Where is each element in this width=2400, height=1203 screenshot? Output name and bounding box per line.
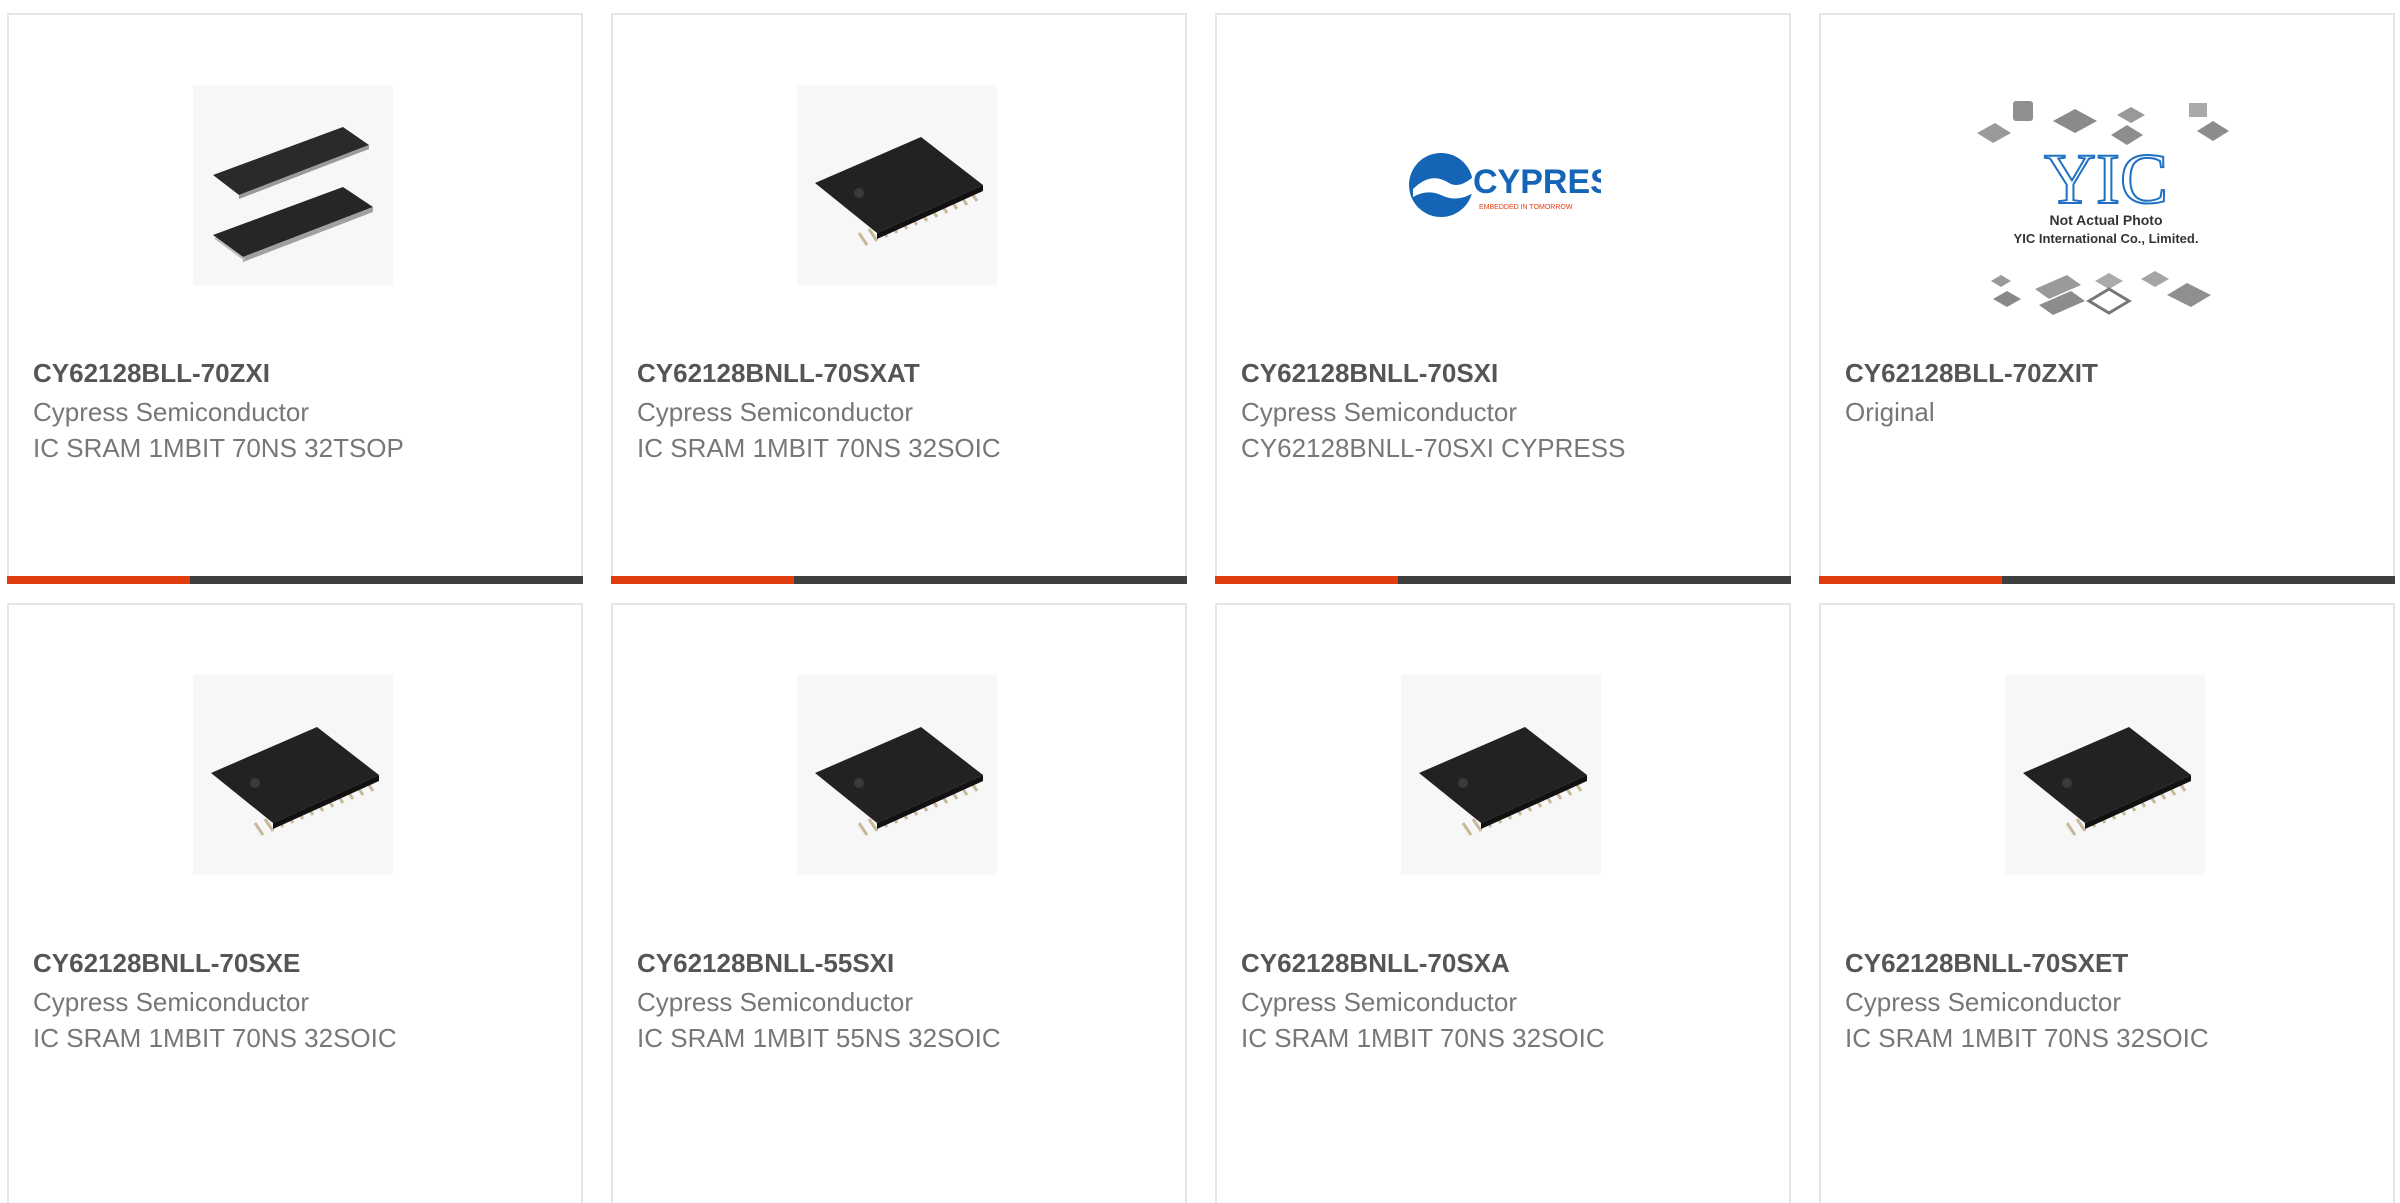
soic-chip-image[interactable] <box>797 675 997 875</box>
part-number[interactable]: CY62128BNLL-70SXET <box>1845 948 2128 979</box>
product-card[interactable]: CY62128BLL-70ZXI Cypress Semiconductor I… <box>7 13 583 584</box>
manufacturer: Cypress Semiconductor <box>33 397 309 427</box>
cypress-logo-image[interactable]: CYPRESS EMBEDDED IN TOMORROW <box>1401 85 1601 285</box>
placeholder-image[interactable]: YIC Not Actual Photo YIC International C… <box>1971 95 2241 335</box>
description: IC SRAM 1MBIT 70NS 32SOIC <box>637 433 1001 463</box>
manufacturer: Cypress Semiconductor <box>1845 987 2121 1017</box>
description: IC SRAM 1MBIT 70NS 32TSOP <box>33 433 404 463</box>
product-card[interactable]: CY62128BNLL-70SXA Cypress Semiconductor … <box>1215 603 1791 1203</box>
product-card[interactable]: CYPRESS EMBEDDED IN TOMORROW CY62128BNLL… <box>1215 13 1791 584</box>
manufacturer: Original <box>1845 397 1935 427</box>
description: CY62128BNLL-70SXI CYPRESS <box>1241 433 1626 463</box>
part-number[interactable]: CY62128BNLL-70SXI <box>1241 358 1498 389</box>
part-number[interactable]: CY62128BLL-70ZXI <box>33 358 270 389</box>
company-name-text: YIC International Co., Limited. <box>2014 231 2199 246</box>
card-accent-bar <box>611 576 1187 584</box>
not-actual-photo-text: Not Actual Photo <box>2049 212 2162 228</box>
description: IC SRAM 1MBIT 70NS 32SOIC <box>1241 1023 1605 1053</box>
soic-chip-image[interactable] <box>2005 675 2205 875</box>
soic-chip-image[interactable] <box>1401 675 1601 875</box>
description: IC SRAM 1MBIT 70NS 32SOIC <box>1845 1023 2209 1053</box>
card-accent-bar <box>1819 576 2395 584</box>
description: IC SRAM 1MBIT 55NS 32SOIC <box>637 1023 1001 1053</box>
product-card[interactable]: YIC Not Actual Photo YIC International C… <box>1819 13 2395 584</box>
product-card[interactable]: CY62128BNLL-70SXET Cypress Semiconductor… <box>1819 603 2395 1203</box>
part-number[interactable]: CY62128BLL-70ZXIT <box>1845 358 2098 389</box>
description: IC SRAM 1MBIT 70NS 32SOIC <box>33 1023 397 1053</box>
part-number[interactable]: CY62128BNLL-55SXI <box>637 948 894 979</box>
manufacturer: Cypress Semiconductor <box>1241 397 1517 427</box>
product-card[interactable]: CY62128BNLL-70SXE Cypress Semiconductor … <box>7 603 583 1203</box>
product-card[interactable]: CY62128BNLL-55SXI Cypress Semiconductor … <box>611 603 1187 1203</box>
manufacturer: Cypress Semiconductor <box>33 987 309 1017</box>
manufacturer: Cypress Semiconductor <box>637 987 913 1017</box>
manufacturer: Cypress Semiconductor <box>1241 987 1517 1017</box>
tsop-chip-image[interactable] <box>193 85 393 285</box>
yic-logo-text: YIC <box>2044 139 2168 219</box>
part-number[interactable]: CY62128BNLL-70SXA <box>1241 948 1510 979</box>
card-accent-bar <box>1215 576 1791 584</box>
product-grid: CY62128BLL-70ZXI Cypress Semiconductor I… <box>0 0 2400 1203</box>
part-number[interactable]: CY62128BNLL-70SXAT <box>637 358 920 389</box>
soic-chip-image[interactable] <box>797 85 997 285</box>
manufacturer: Cypress Semiconductor <box>637 397 913 427</box>
soic-chip-image[interactable] <box>193 675 393 875</box>
logo-tagline-text: EMBEDDED IN TOMORROW <box>1479 204 1573 211</box>
part-number[interactable]: CY62128BNLL-70SXE <box>33 948 300 979</box>
card-accent-bar <box>7 576 583 584</box>
logo-brand-text: CYPRESS <box>1473 163 1601 201</box>
product-card[interactable]: CY62128BNLL-70SXAT Cypress Semiconductor… <box>611 13 1187 584</box>
